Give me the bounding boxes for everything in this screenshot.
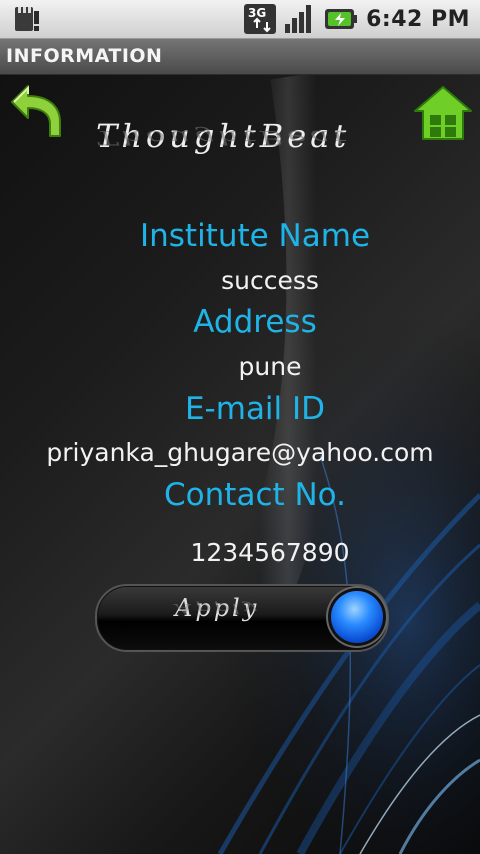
contact-value: 1234567890 [190, 538, 350, 567]
apply-button[interactable]: Apply Apply [95, 584, 389, 652]
apply-knob-icon [331, 591, 383, 643]
contact-label: Contact No. [164, 477, 346, 513]
brand-logo-reflection: ThoughtBeat [96, 126, 351, 149]
clock: 6:42 PM [366, 6, 470, 32]
main-content: ThoughtBeat ThoughtBeat Institute Name s… [0, 75, 480, 854]
apply-button-reflection: Apply [175, 600, 260, 616]
email-value: priyanka_ghugare@yahoo.com [46, 438, 434, 467]
address-value: pune [238, 352, 302, 381]
institute-name-value: success [221, 266, 319, 295]
back-arrow-icon[interactable] [4, 78, 66, 140]
institute-name-label: Institute Name [139, 218, 371, 254]
sd-card-alert-icon [15, 7, 39, 31]
page-title: INFORMATION [6, 45, 163, 67]
battery-charging-icon [325, 9, 358, 29]
signal-strength-icon [285, 5, 312, 33]
status-bar: 3G 6:42 PM [0, 0, 480, 39]
home-icon[interactable] [413, 85, 473, 141]
email-label: E-mail ID [184, 391, 326, 427]
network-3g-icon: 3G [244, 4, 277, 34]
title-bar: INFORMATION [0, 39, 480, 75]
address-label: Address [193, 304, 317, 340]
